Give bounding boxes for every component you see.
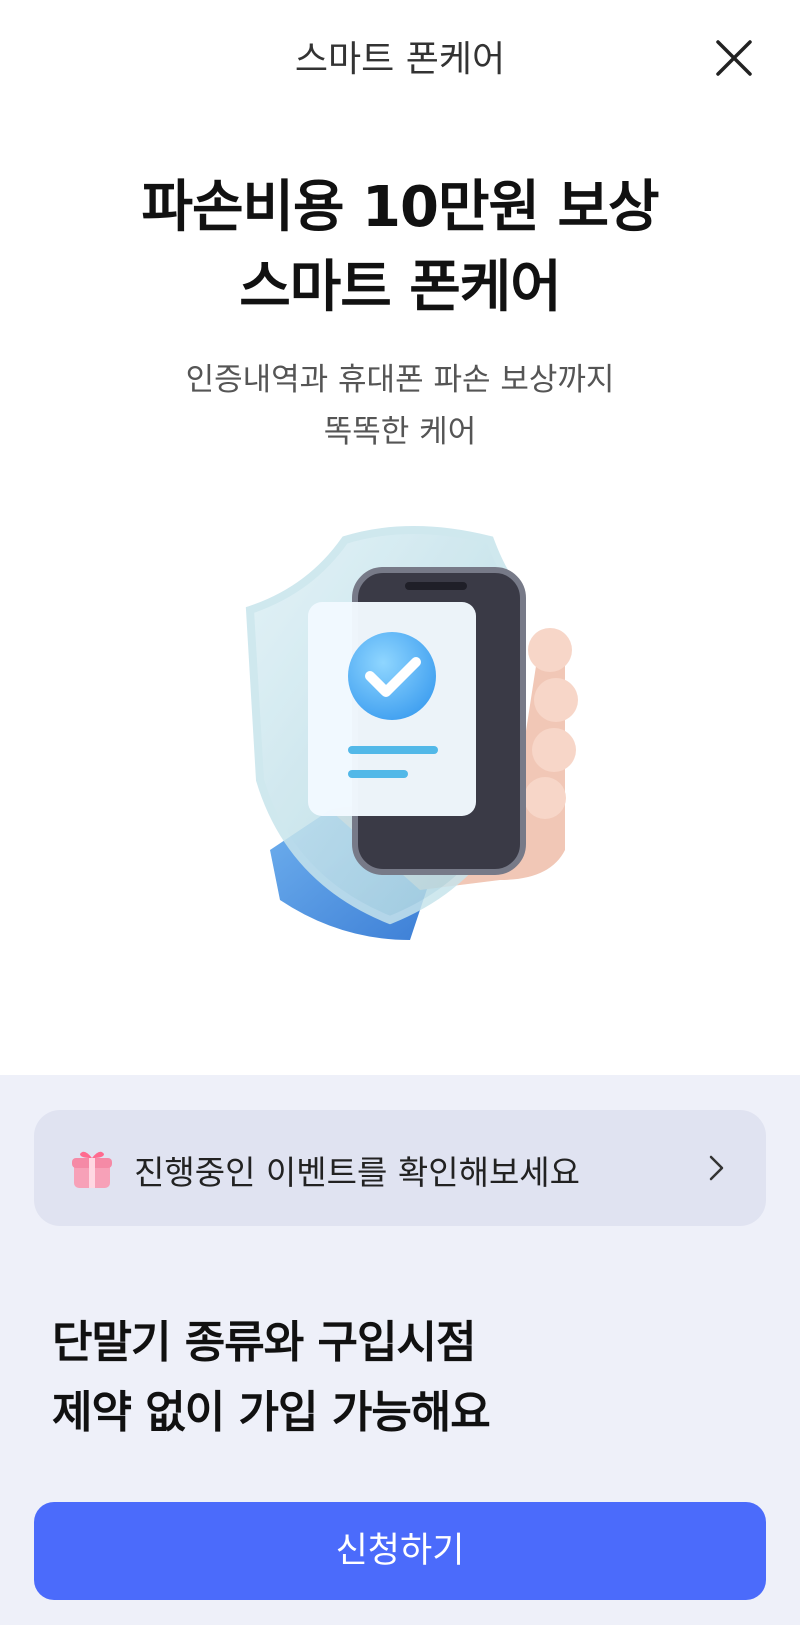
event-banner[interactable]: 진행중인 이벤트를 확인해보세요 [34, 1110, 766, 1226]
apply-button[interactable]: 신청하기 [34, 1502, 766, 1600]
shield-phone-illustration [220, 520, 600, 980]
hero-title-line-2: 스마트 폰케어 [239, 255, 562, 320]
chevron-right-icon [709, 1155, 724, 1181]
feature-title-line-1: 단말기 종류와 구입시점 [52, 1317, 476, 1368]
close-icon [716, 40, 752, 76]
page-title: 스마트 폰케어 [294, 39, 506, 80]
hero-title: 파손비용 10만원 보상 스마트 폰케어 [0, 168, 800, 328]
close-button[interactable] [712, 36, 756, 80]
app-header: 스마트 폰케어 [0, 0, 800, 112]
gift-icon [72, 1151, 112, 1188]
hero-title-line-1: 파손비용 10만원 보상 [141, 175, 659, 240]
feature-title-line-2: 제약 없이 가입 가능해요 [52, 1387, 491, 1438]
event-banner-label: 진행중인 이벤트를 확인해보세요 [134, 1153, 581, 1192]
hero-subtitle-line-2: 똑똑한 케어 [323, 414, 477, 450]
hero-subtitle: 인증내역과 휴대폰 파손 보상까지 똑똑한 케어 [0, 354, 800, 458]
feature-title: 단말기 종류와 구입시점 제약 없이 가입 가능해요 [52, 1308, 491, 1448]
hero-subtitle-line-1: 인증내역과 휴대폰 파손 보상까지 [185, 362, 615, 398]
